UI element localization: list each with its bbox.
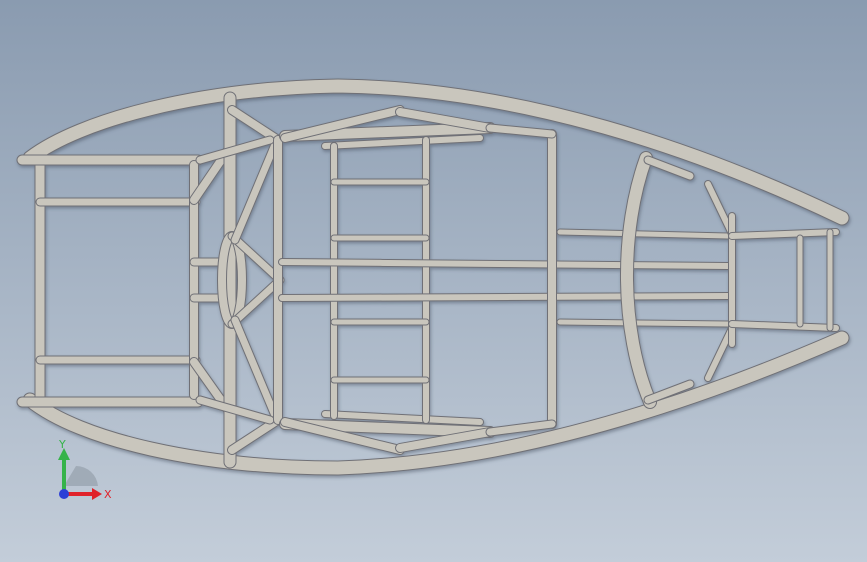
hoop-brace-5 (231, 138, 280, 244)
front-brace-1 (644, 156, 694, 180)
nose-bar-1 (729, 229, 839, 239)
triad-plane-icon (64, 465, 98, 486)
floor-tubes (278, 228, 732, 328)
floor-tube-4 (557, 319, 731, 327)
mid-section (485, 123, 695, 437)
y-axis-label: Y (58, 438, 66, 451)
axis-triad: Y X (58, 438, 112, 501)
side-pod-bottom (279, 410, 496, 455)
side-pod-top (279, 105, 496, 150)
z-axis-dot-icon (59, 489, 69, 499)
cockpit-ladder (330, 136, 430, 424)
hoop-brace-6 (231, 316, 280, 422)
floor-tube-1 (279, 259, 731, 269)
rear-section (16, 145, 233, 415)
hoop-brace-4 (228, 416, 282, 454)
front-hoop (621, 152, 656, 408)
nose-bar-2 (729, 321, 839, 331)
floor-tube-2 (279, 293, 731, 301)
hoop-brace-3 (228, 106, 282, 144)
main-hoop-section (195, 91, 285, 469)
x-axis-arrowhead-icon (92, 488, 102, 500)
mid-diag-2 (486, 420, 556, 436)
chassis-model[interactable] (0, 0, 867, 562)
cad-graphics-viewport[interactable]: Y X (0, 0, 867, 562)
x-axis-label: X (104, 488, 112, 501)
